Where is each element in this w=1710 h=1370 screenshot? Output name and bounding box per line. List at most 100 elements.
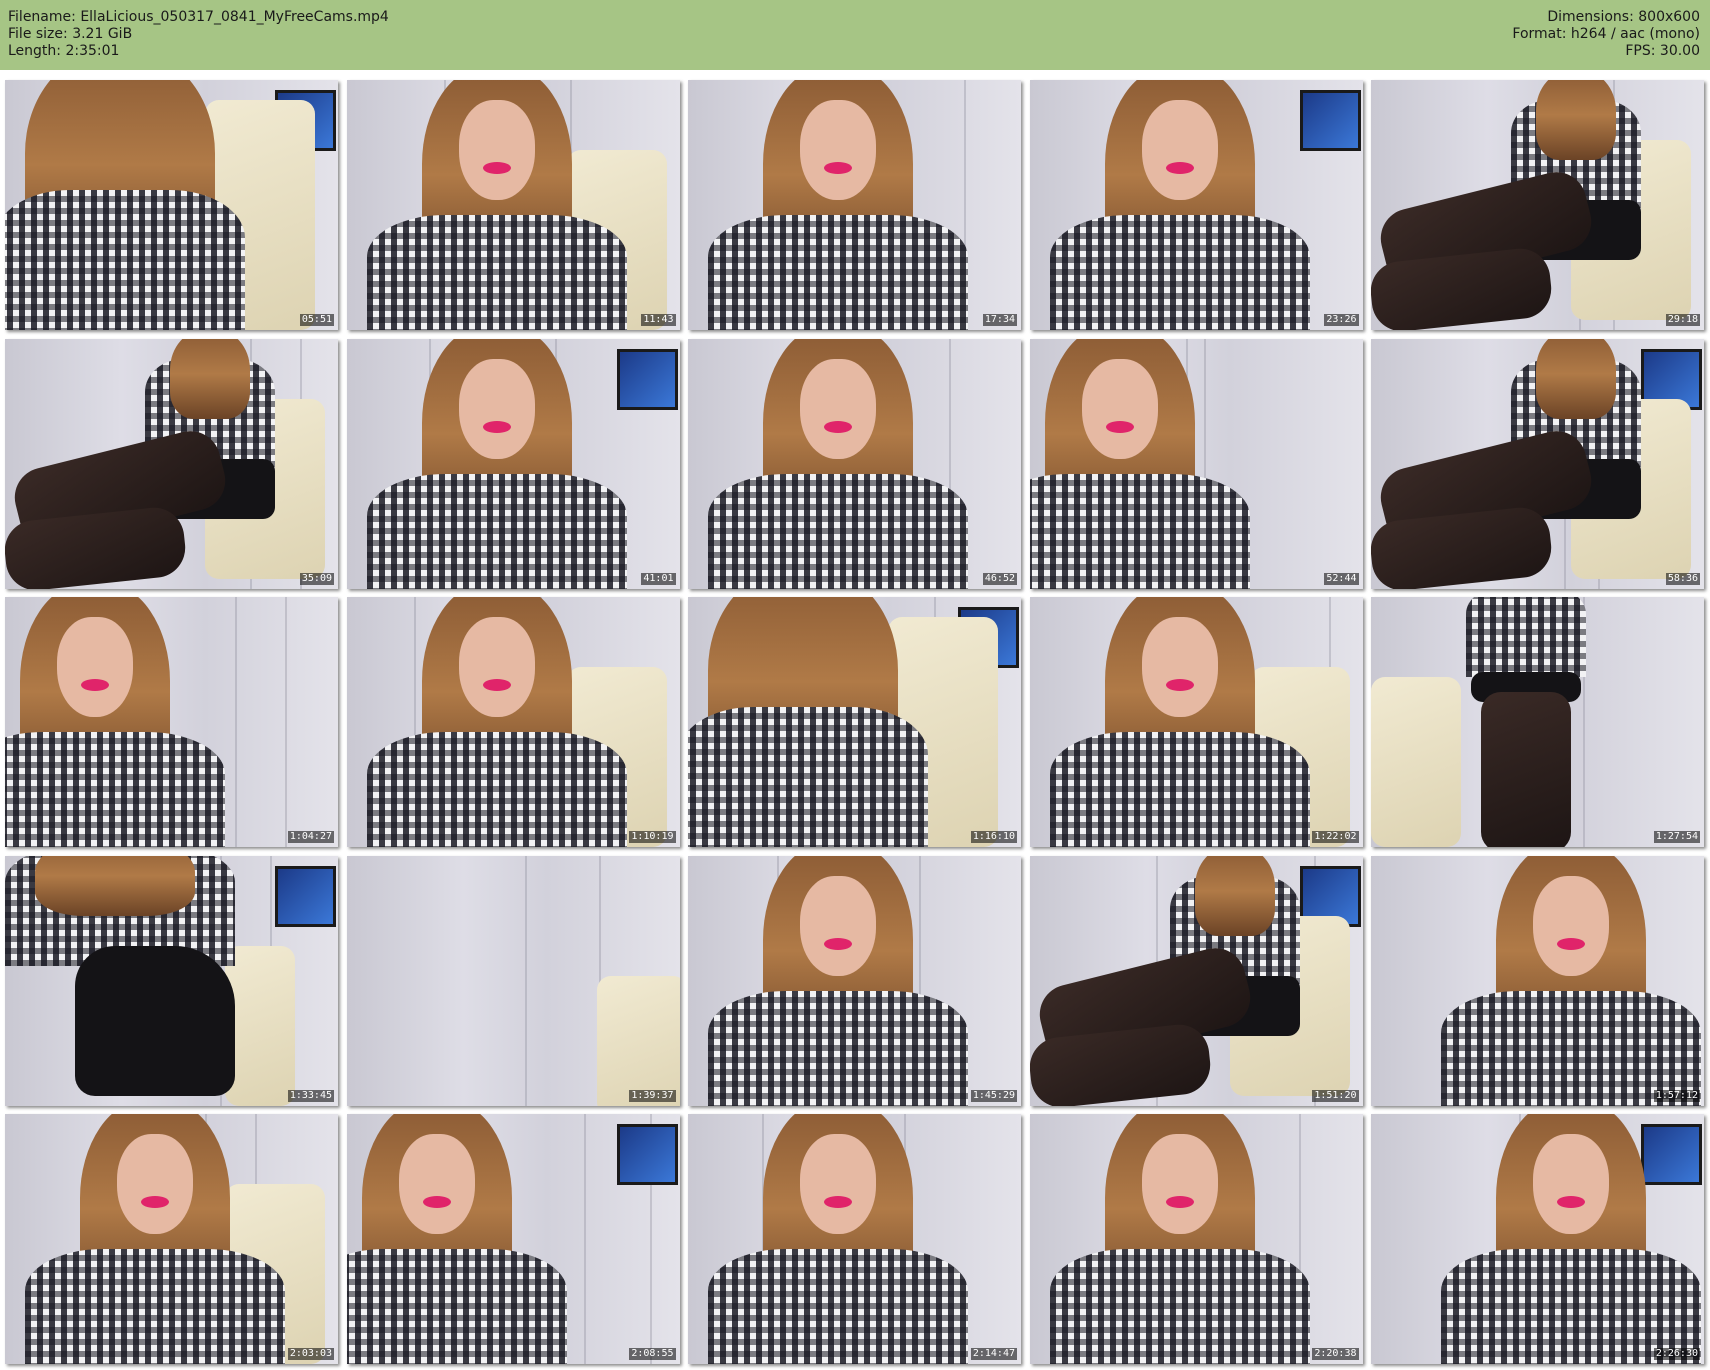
thumbnail-timestamp: 1:10:19 [629, 831, 676, 843]
dimensions-label: Dimensions: [1547, 9, 1634, 25]
video-thumbnail[interactable]: 1:22:02 [1029, 597, 1363, 847]
video-thumbnail[interactable]: 1:04:27 [5, 597, 338, 847]
pink-lips [482, 679, 511, 691]
gingham-shirt [366, 732, 627, 847]
pink-lips [824, 1196, 852, 1208]
video-thumbnail[interactable]: 52:44 [1029, 338, 1363, 589]
filename-line: Filename: EllaLicious_050317_0841_MyFree… [8, 9, 389, 26]
video-thumbnail[interactable]: 29:18 [1371, 80, 1704, 330]
video-thumbnail[interactable]: 35:09 [5, 338, 338, 589]
video-thumbnail[interactable]: 41:01 [346, 338, 680, 589]
video-thumbnail[interactable]: 2:26:30 [1371, 1114, 1704, 1364]
format-value: h264 / aac (mono) [1570, 26, 1700, 42]
face [1533, 875, 1609, 976]
gingham-shirt [25, 1249, 285, 1364]
video-thumbnail[interactable]: 2:03:03 [5, 1114, 338, 1364]
frame-image [1371, 80, 1704, 330]
face [800, 358, 876, 459]
thumbnail-timestamp: 1:16:10 [970, 831, 1017, 843]
face [800, 1134, 876, 1234]
gingham-shirt [366, 215, 627, 330]
face [458, 358, 535, 459]
thumbnail-timestamp: 1:22:02 [1312, 831, 1359, 843]
thumbnail-timestamp: 05:51 [299, 314, 334, 326]
frame-image [1371, 855, 1704, 1106]
pink-lips [824, 420, 852, 433]
face [1533, 1134, 1609, 1234]
face [800, 100, 876, 200]
filename-label: Filename: [8, 9, 76, 25]
gingham-shirt [708, 473, 968, 589]
frame-image [346, 597, 680, 847]
frame-image [1029, 597, 1363, 847]
filesize-line: File size: 3.21 GiB [8, 26, 389, 43]
thumbnail-timestamp: 1:39:37 [629, 1089, 676, 1102]
monitor [616, 1124, 678, 1185]
video-thumbnail[interactable]: 2:20:38 [1029, 1114, 1363, 1364]
video-thumbnail[interactable]: 46:52 [688, 338, 1021, 589]
dimensions-value: 800x600 [1638, 9, 1700, 25]
monitor [1641, 1124, 1702, 1185]
video-thumbnail[interactable]: 1:57:12 [1371, 855, 1704, 1106]
length-value: 2:35:01 [65, 43, 120, 59]
pink-lips [141, 1196, 169, 1208]
face [1141, 1134, 1218, 1234]
video-thumbnail[interactable]: 2:08:55 [346, 1114, 680, 1364]
hair [1194, 855, 1275, 936]
monitor [1299, 90, 1361, 151]
format-label: Format: [1512, 26, 1567, 42]
hair [170, 338, 250, 419]
pink-lips [81, 679, 109, 691]
thumbnail-timestamp: 2:20:38 [1312, 1348, 1359, 1360]
thumbnail-timestamp: 29:18 [1665, 314, 1700, 326]
video-thumbnail[interactable]: 1:16:10 [688, 597, 1021, 847]
video-thumbnail[interactable]: 23:26 [1029, 80, 1363, 330]
video-thumbnail[interactable]: 58:36 [1371, 338, 1704, 589]
gingham-shirt [1049, 215, 1310, 330]
frame-image [346, 855, 680, 1106]
sheer-tights [1481, 692, 1571, 847]
wall-panel-seam [524, 855, 527, 1106]
thumbnail-timestamp: 46:52 [982, 572, 1017, 585]
thumbnail-timestamp: 1:27:54 [1653, 831, 1700, 843]
video-thumbnail[interactable]: 1:27:54 [1371, 597, 1704, 847]
video-thumbnail[interactable]: 1:39:37 [346, 855, 680, 1106]
file-info-left: Filename: EllaLicious_050317_0841_MyFree… [8, 9, 389, 60]
dimensions-line: Dimensions: 800x600 [1512, 9, 1700, 26]
video-thumbnail[interactable]: 1:10:19 [346, 597, 680, 847]
pink-lips [1165, 1196, 1194, 1208]
frame-image [346, 80, 680, 330]
pink-lips [1165, 162, 1194, 174]
fps-line: FPS: 30.00 [1512, 43, 1700, 60]
gingham-shirt [1441, 990, 1701, 1106]
video-thumbnail[interactable]: 1:51:20 [1029, 855, 1363, 1106]
frame-image [5, 855, 338, 1106]
wall-panel-seam [285, 597, 287, 847]
thumbnail-timestamp: 2:14:47 [970, 1348, 1017, 1360]
thumbnail-grid: 05:51 11:43 17:34 23:26 29:18 35:09 41:01 46:52… [5, 80, 1705, 1364]
video-thumbnail[interactable]: 2:14:47 [688, 1114, 1021, 1364]
video-thumbnail[interactable]: 1:45:29 [688, 855, 1021, 1106]
thumbnail-timestamp: 1:45:29 [970, 1089, 1017, 1102]
video-thumbnail[interactable]: 11:43 [346, 80, 680, 330]
video-thumbnail[interactable]: 1:33:45 [5, 855, 338, 1106]
chair [596, 975, 680, 1106]
pink-lips [1557, 1196, 1585, 1208]
pink-lips [482, 420, 511, 433]
thumbnail-timestamp: 1:51:20 [1312, 1089, 1359, 1102]
video-thumbnail[interactable]: 05:51 [5, 80, 338, 330]
gingham-shirt [1029, 473, 1250, 589]
thumbnail-timestamp: 52:44 [1324, 572, 1359, 585]
face [458, 617, 535, 717]
gingham-shirt [5, 190, 245, 330]
thumbnail-timestamp: 17:34 [982, 314, 1017, 326]
frame-image [1029, 80, 1363, 330]
thumbnail-timestamp: 11:43 [641, 314, 676, 326]
face [398, 1134, 475, 1234]
gingham-shirt [1441, 1249, 1701, 1364]
frame-image [688, 338, 1021, 589]
frame-image [346, 338, 680, 589]
video-thumbnail[interactable]: 17:34 [688, 80, 1021, 330]
chair [1371, 677, 1461, 847]
monitor [275, 865, 336, 927]
